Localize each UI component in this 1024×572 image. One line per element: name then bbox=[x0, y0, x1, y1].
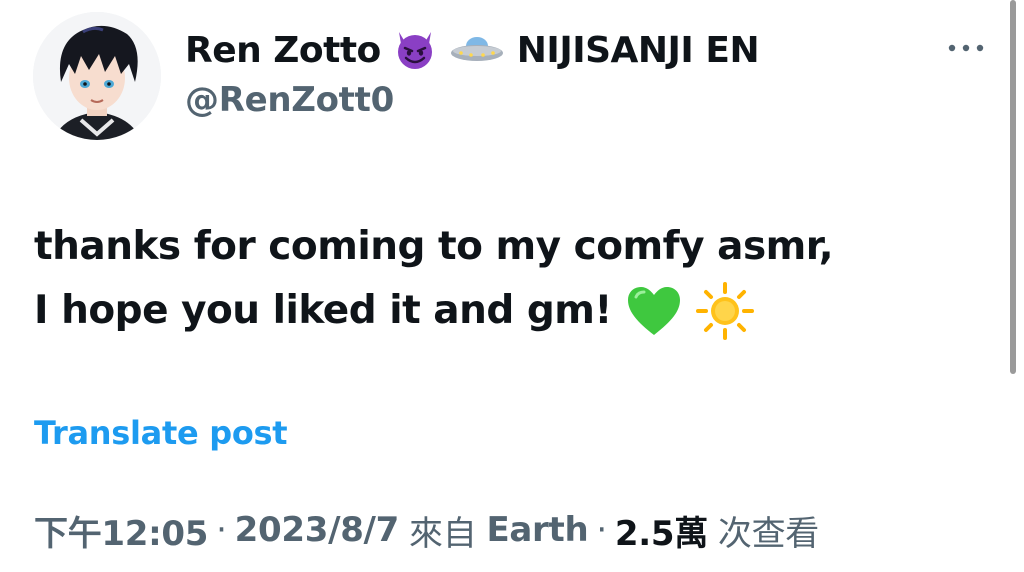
sun-emoji-icon bbox=[695, 282, 754, 340]
translate-post-link[interactable]: Translate post bbox=[34, 414, 288, 452]
tweet-text: thanks for coming to my comfy asmr, I ho… bbox=[34, 215, 954, 343]
green-heart-emoji-icon bbox=[626, 285, 682, 337]
tweet-text-line: thanks for coming to my comfy asmr, bbox=[34, 215, 954, 279]
ufo-emoji-icon bbox=[449, 35, 505, 65]
tweet-metadata: 下午12:05 · 2023/8/7 來自 Earth · 2.5萬 次查看 bbox=[34, 504, 819, 556]
views-label: 次查看 bbox=[717, 513, 820, 554]
tweet-date[interactable]: 2023/8/7 bbox=[235, 510, 400, 550]
meta-separator: · bbox=[216, 510, 227, 550]
tweet-text-line-1: thanks for coming to my comfy asmr, bbox=[34, 224, 834, 269]
author-name-row[interactable]: Ren Zotto NIJISANJI EN bbox=[185, 22, 760, 78]
tweet-text-line: I hope you liked it and gm! bbox=[34, 279, 954, 343]
tweet-source: Earth bbox=[486, 510, 589, 550]
tweet-time[interactable]: 下午12:05 bbox=[34, 506, 208, 555]
tweet-text-line-2: I hope you liked it and gm! bbox=[34, 288, 612, 333]
author-affiliation: NIJISANJI EN bbox=[516, 29, 760, 71]
source-prefix: 來自 bbox=[409, 513, 477, 554]
author-avatar[interactable] bbox=[33, 12, 161, 140]
author-display-name[interactable]: Ren Zotto bbox=[185, 30, 381, 71]
more-options-button[interactable] bbox=[942, 32, 990, 64]
avatar-illustration bbox=[33, 12, 161, 140]
more-horizontal-icon bbox=[948, 44, 984, 52]
smiling-devil-emoji-icon bbox=[393, 28, 437, 72]
author-handle[interactable]: @RenZott0 bbox=[185, 80, 394, 120]
meta-separator: · bbox=[596, 510, 607, 550]
scrollbar-thumb[interactable] bbox=[1010, 0, 1016, 374]
views-count[interactable]: 2.5萬 bbox=[615, 506, 708, 555]
